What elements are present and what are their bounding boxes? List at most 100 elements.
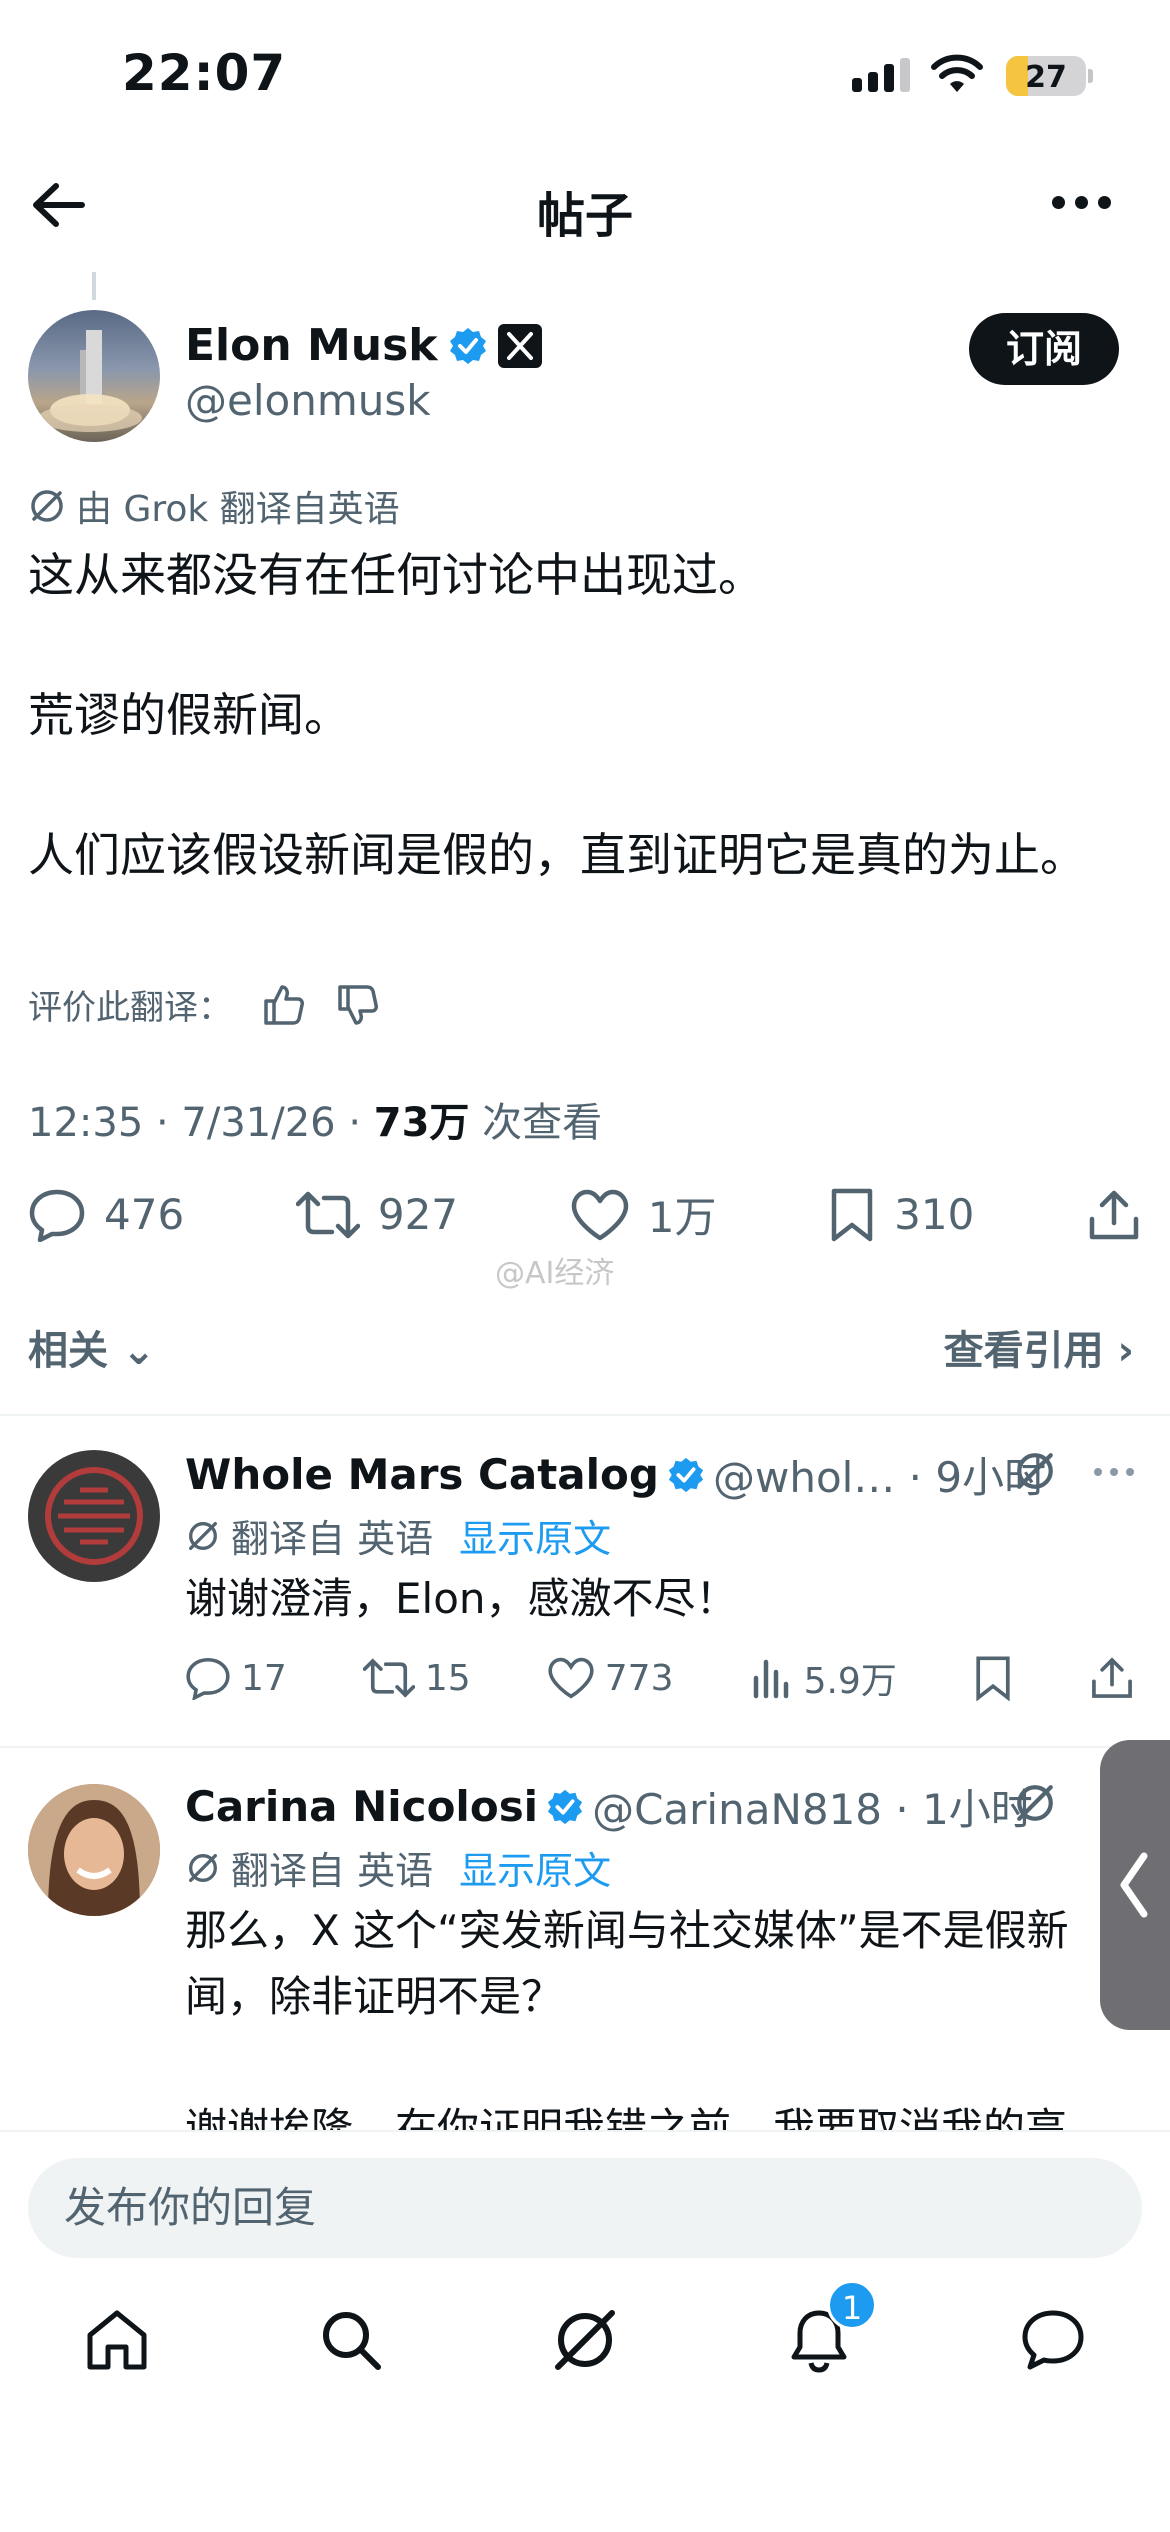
nav-home[interactable]	[77, 2300, 157, 2380]
chevron-left-icon	[1120, 1852, 1148, 1918]
reply-translated-label: 翻译自 英语	[231, 1849, 434, 1893]
post-actions: 476 927 1万 310	[28, 1184, 1142, 1245]
battery-icon: 27	[1006, 56, 1086, 96]
share-button[interactable]	[1086, 1187, 1142, 1243]
view-quotes-label: 查看引用	[943, 1328, 1104, 1374]
divider	[0, 1414, 1170, 1416]
author-name: Elon Musk	[185, 320, 438, 371]
thumbs-down-icon[interactable]	[336, 983, 380, 1027]
like-button[interactable]: 1万	[570, 1184, 717, 1245]
reply-button[interactable]: 476	[28, 1188, 184, 1242]
reply-translation: 翻译自 英语 显示原文	[185, 1840, 611, 1895]
reply-text: 那么，X 这个“突发新闻与社交媒体”是不是假新闻，除非证明不是？ 谢谢埃隆，在你…	[185, 1906, 1069, 2130]
reply-icon	[29, 1189, 85, 1242]
chat-bubble-icon	[1022, 2310, 1084, 2370]
views-count: 73万	[373, 1100, 470, 1146]
subscribe-button[interactable]: 订阅	[969, 313, 1119, 385]
post-text: 这从来都没有在任何讨论中出现过。 荒谬的假新闻。 人们应该假设新闻是假的，直到证…	[28, 548, 1086, 882]
views-button[interactable]: 5.9万	[750, 1652, 897, 1704]
reply-button[interactable]: 17	[185, 1656, 287, 1700]
rate-translation: 评价此翻译：	[28, 980, 380, 1029]
bookmark-count: 310	[894, 1190, 975, 1239]
grok-icon	[189, 1853, 217, 1882]
chevron-down-icon: ⌄	[121, 1328, 156, 1374]
reply-handle-time: @whol… · 9小时	[712, 1453, 1047, 1502]
chevron-right-icon: ›	[1117, 1328, 1134, 1374]
repost-count: 15	[424, 1657, 471, 1699]
reply-author-row[interactable]: Whole Mars Catalog @whol… · 9小时	[185, 1444, 1046, 1505]
post-timestamp: 12:35 · 7/31/26 ·	[28, 1100, 374, 1146]
related-dropdown[interactable]: 相关 ⌄	[28, 1318, 155, 1376]
grok-icon	[31, 490, 63, 522]
divider	[0, 1746, 1170, 1748]
related-label: 相关	[28, 1328, 108, 1374]
bookmark-button[interactable]	[973, 1655, 1013, 1701]
reply-avatar[interactable]	[28, 1450, 160, 1582]
reply-count: 476	[104, 1190, 185, 1239]
thumbs-up-icon[interactable]	[262, 983, 306, 1027]
grok-icon[interactable]	[1012, 1780, 1058, 1826]
home-icon	[87, 2310, 147, 2370]
author-avatar[interactable]	[28, 310, 160, 442]
verified-badge-icon	[547, 1789, 583, 1824]
thread-line	[92, 272, 96, 300]
repost-button[interactable]: 927	[295, 1188, 459, 1242]
reply-count: 17	[241, 1657, 287, 1699]
grok-icon	[555, 2310, 615, 2370]
nav-search[interactable]	[311, 2300, 391, 2380]
watermark: @AI经济	[495, 1256, 615, 1291]
cellular-signal-icon	[852, 58, 910, 92]
views-chart-icon	[753, 1659, 788, 1699]
author-name-row[interactable]: Elon Musk	[185, 320, 542, 371]
reply-author-name: Whole Mars Catalog	[185, 1450, 659, 1499]
nav-grok[interactable]	[545, 2300, 625, 2380]
share-icon	[1092, 1657, 1132, 1698]
share-icon	[1089, 1190, 1139, 1239]
repost-button[interactable]: 15	[362, 1656, 471, 1700]
bookmark-icon	[831, 1188, 873, 1241]
reply-handle-time: @CarinaN818 · 1小时	[592, 1785, 1033, 1834]
show-original-link[interactable]: 显示原文	[459, 1840, 611, 1895]
page-title: 帖子	[536, 188, 633, 244]
bookmark-button[interactable]: 310	[828, 1187, 974, 1243]
reply-input[interactable]: 发布你的回复	[28, 2158, 1142, 2258]
heart-icon	[571, 1189, 628, 1240]
reply-icon	[186, 1657, 230, 1700]
more-options-icon[interactable]	[1052, 196, 1111, 209]
search-icon	[323, 2312, 381, 2370]
bookmark-icon	[976, 1656, 1010, 1701]
author-handle[interactable]: @elonmusk	[185, 376, 431, 425]
battery-percent: 27	[1025, 60, 1067, 95]
views-count: 5.9万	[803, 1661, 897, 1702]
verified-badge-icon	[668, 1457, 704, 1492]
notification-badge: 1	[827, 2280, 877, 2330]
reply-author-name: Carina Nicolosi	[185, 1782, 539, 1831]
grok-icon	[189, 1521, 217, 1550]
bottom-navigation: 1	[0, 2280, 1170, 2380]
reply-translation: 翻译自 英语 显示原文	[185, 1508, 611, 1563]
nav-messages[interactable]	[1013, 2300, 1093, 2380]
like-button[interactable]: 773	[547, 1656, 674, 1700]
post-meta: 12:35 · 7/31/26 · 73万 次查看	[28, 1090, 602, 1148]
like-count: 773	[604, 1657, 674, 1699]
reply-author-row[interactable]: Carina Nicolosi @CarinaN818 · 1小时	[185, 1776, 1033, 1837]
heart-icon	[548, 1657, 594, 1699]
reply-avatar[interactable]	[28, 1784, 160, 1916]
views-label: 次查看	[469, 1100, 603, 1146]
repost-count: 927	[377, 1190, 459, 1239]
more-options-icon[interactable]	[1094, 1468, 1134, 1476]
wifi-icon	[931, 54, 983, 92]
grok-icon[interactable]	[1012, 1448, 1058, 1494]
show-original-link[interactable]: 显示原文	[459, 1508, 611, 1563]
x-affiliate-badge-icon	[497, 323, 542, 368]
side-drawer-handle[interactable]	[1100, 1740, 1170, 2030]
rate-label: 评价此翻译：	[28, 988, 232, 1028]
share-button[interactable]	[1089, 1655, 1135, 1701]
reply-actions: 17 15 773 5.9万	[185, 1652, 1135, 1704]
nav-notifications[interactable]: 1	[779, 2280, 877, 2380]
view-quotes-link[interactable]: 查看引用 ›	[944, 1318, 1134, 1376]
verified-badge-icon	[449, 327, 486, 364]
like-count: 1万	[647, 1193, 717, 1242]
status-time: 22:07	[122, 44, 287, 102]
battery-nub	[1088, 69, 1093, 83]
